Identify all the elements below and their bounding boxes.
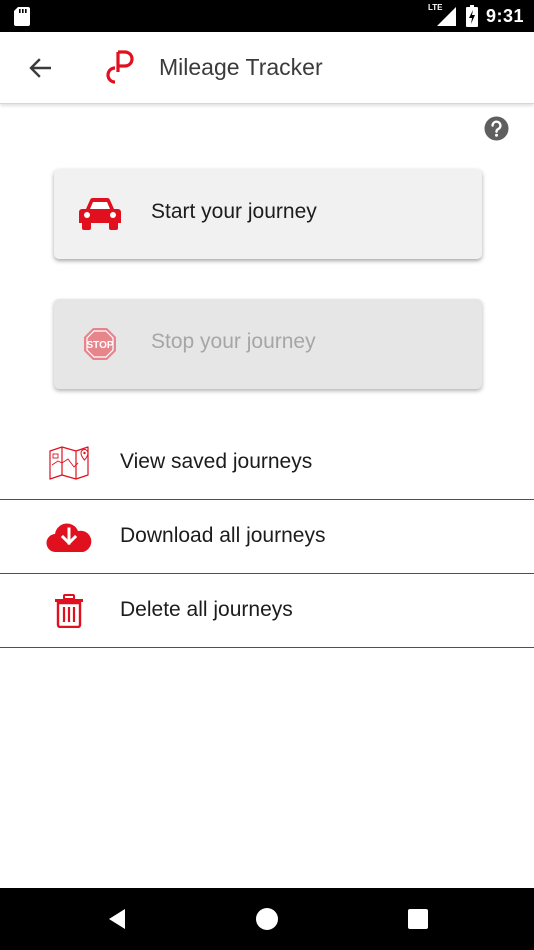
menu-label-download-all-journeys: Download all journeys	[120, 524, 326, 547]
car-icon	[79, 197, 121, 230]
cloud-download-icon	[46, 523, 92, 553]
car-icon-wrap	[78, 194, 122, 234]
status-bar: LTE 9:31	[0, 0, 534, 32]
map-icon	[49, 446, 89, 480]
map-icon-wrap	[44, 443, 94, 483]
signal-icon: LTE	[428, 3, 458, 27]
nav-home-icon[interactable]	[255, 907, 279, 931]
battery-charging-icon	[465, 5, 478, 27]
stop-journey-button[interactable]: STOP Stop your journey	[54, 299, 482, 389]
menu-item-delete-all-journeys[interactable]: Delete all journeys	[0, 574, 534, 648]
stop-sign-text: STOP	[86, 340, 113, 351]
page-title: Mileage Tracker	[159, 54, 323, 80]
cloud-download-icon-wrap	[44, 517, 94, 557]
app-logo-icon	[106, 50, 134, 84]
stop-sign-icon: STOP	[84, 328, 116, 360]
stop-sign-icon-wrap: STOP	[78, 324, 122, 364]
nav-home-button[interactable]	[254, 906, 280, 932]
sd-card-icon	[14, 7, 30, 26]
trash-icon-wrap	[44, 591, 94, 631]
menu-label-delete-all-journeys: Delete all journeys	[120, 598, 293, 621]
nav-back-button[interactable]	[104, 906, 130, 932]
nav-recents-button[interactable]	[405, 906, 431, 932]
nav-recents-icon[interactable]	[407, 908, 429, 930]
menu-label-view-saved-journeys: View saved journeys	[120, 450, 313, 473]
arrow-back-icon[interactable]	[29, 58, 51, 78]
status-icons: LTE 9:31	[428, 3, 524, 28]
system-nav-bar	[0, 888, 534, 950]
help-circle-icon[interactable]	[484, 116, 509, 141]
back-button[interactable]	[22, 52, 58, 84]
menu-item-view-saved-journeys[interactable]: View saved journeys	[0, 426, 534, 500]
status-time: 9:31	[485, 5, 524, 26]
start-journey-label: Start your journey	[151, 200, 317, 223]
trash-icon	[55, 594, 83, 628]
nav-back-icon[interactable]	[107, 908, 127, 930]
start-journey-button[interactable]: Start your journey	[54, 169, 482, 259]
menu-item-download-all-journeys[interactable]: Download all journeys	[0, 500, 534, 574]
app-bar: Mileage Tracker	[0, 32, 534, 104]
stop-journey-label: Stop your journey	[151, 330, 316, 353]
